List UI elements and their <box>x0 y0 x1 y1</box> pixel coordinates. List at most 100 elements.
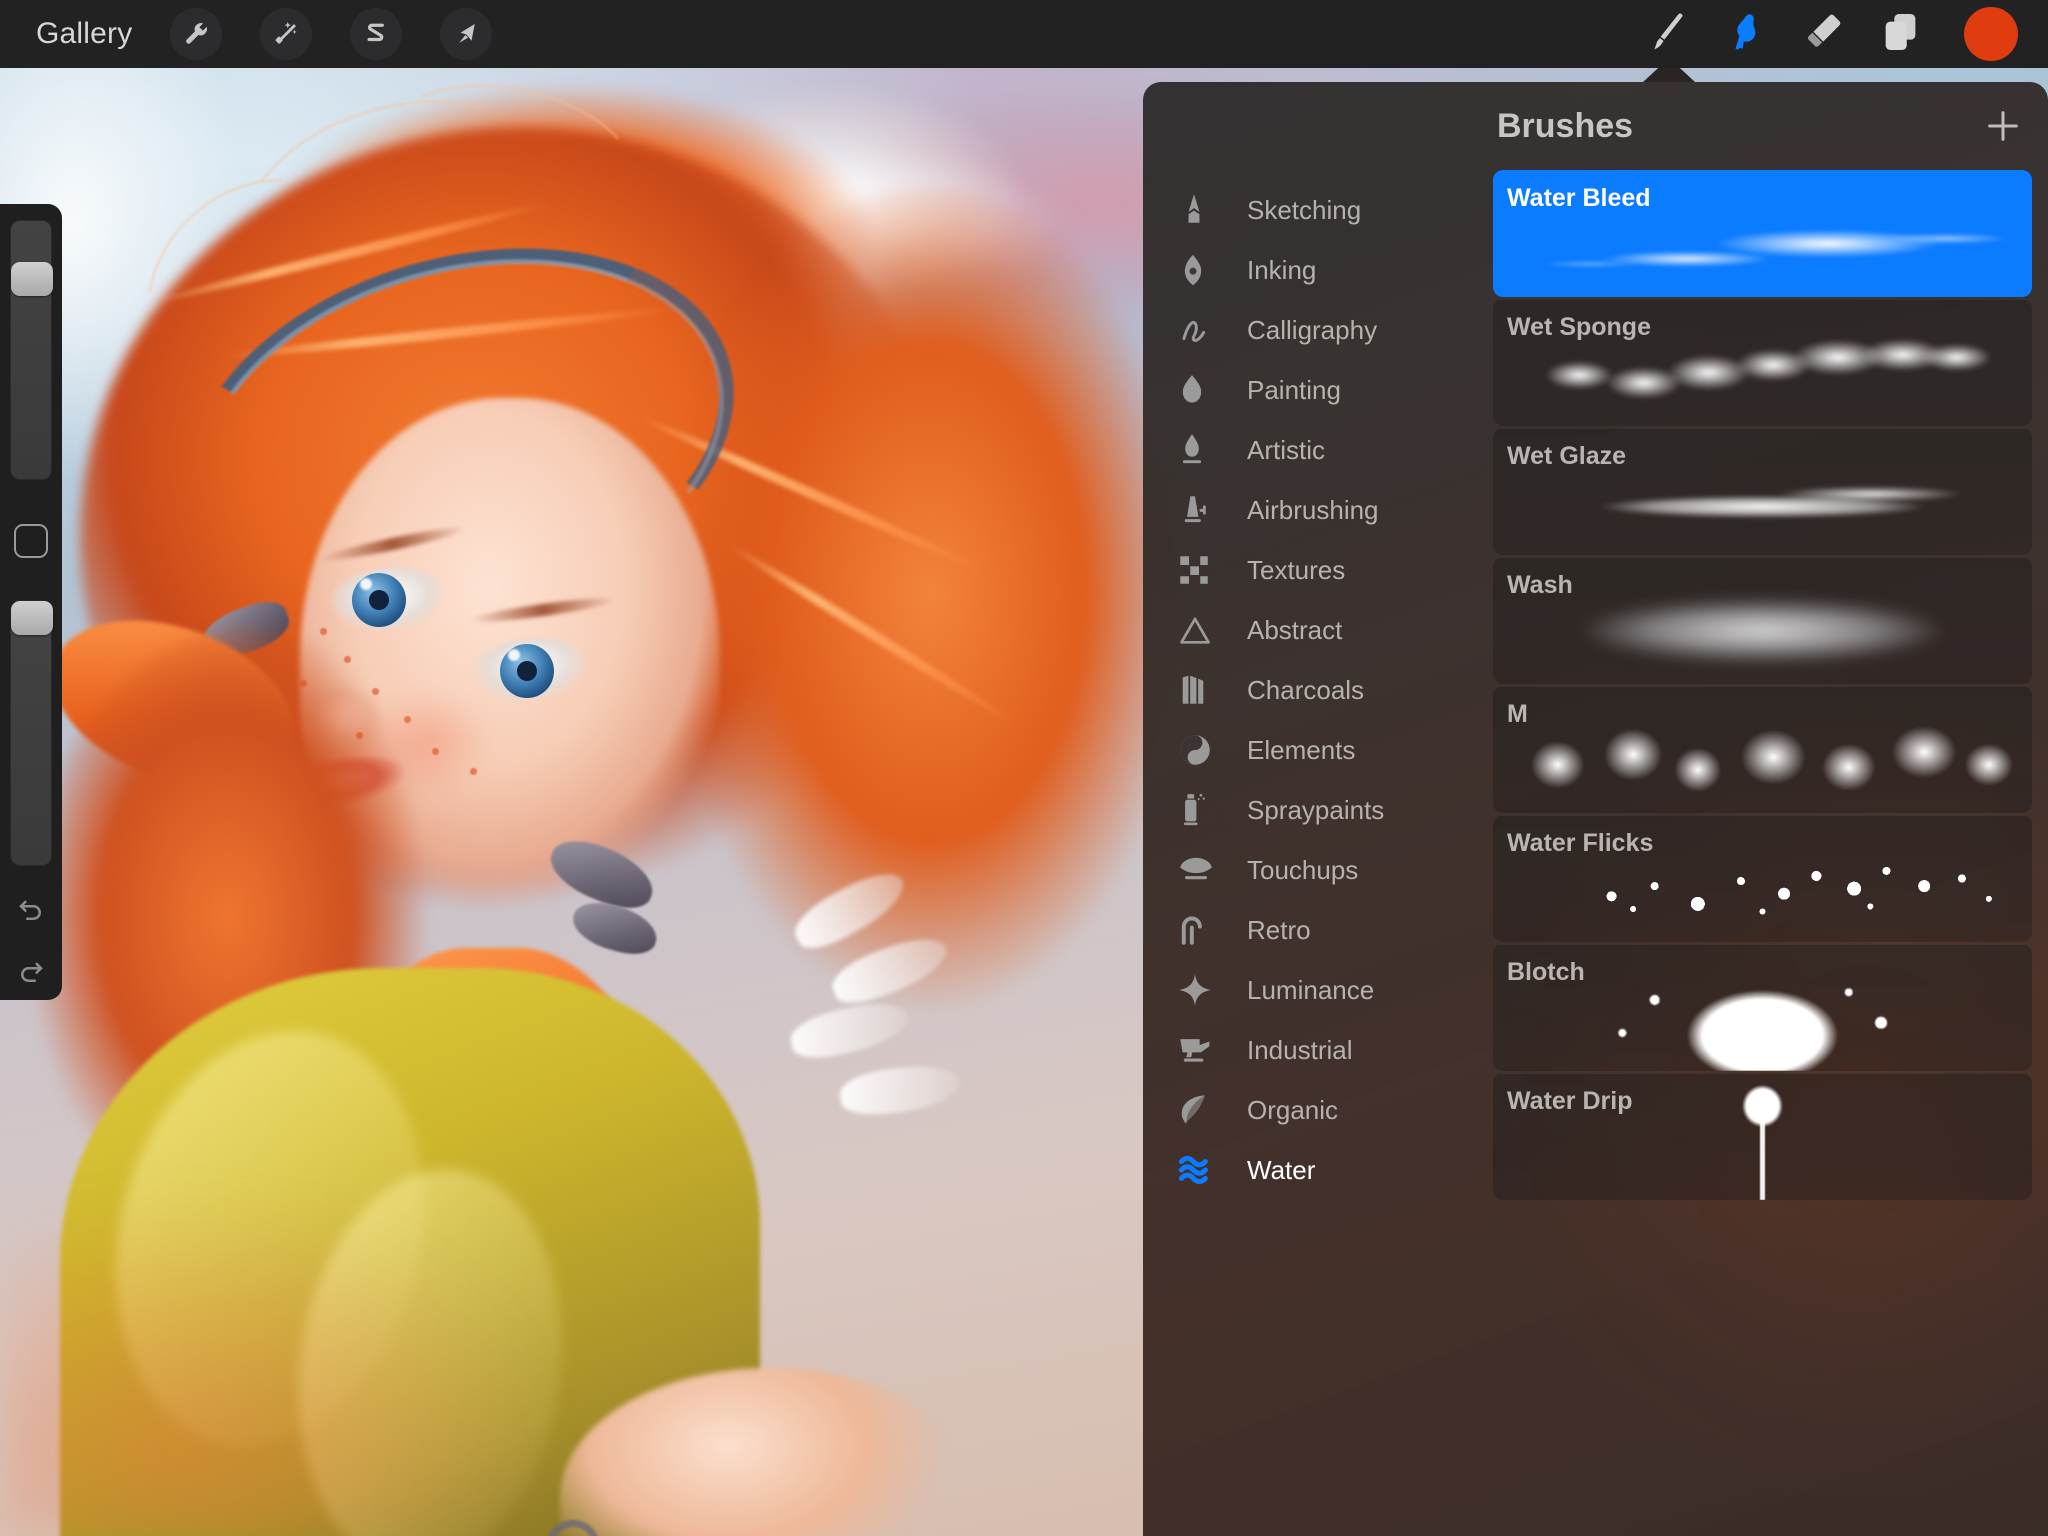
brush-category-touchups[interactable]: Touchups <box>1143 840 1493 900</box>
brush-name: Water Flicks <box>1507 829 1654 857</box>
brush-category-spraypaints[interactable]: Spraypaints <box>1143 780 1493 840</box>
undo-icon <box>19 900 41 920</box>
sparkle-icon <box>1179 974 1225 1006</box>
brush-name: Wet Sponge <box>1507 313 1651 341</box>
brush-preview-stroke <box>1493 686 2032 813</box>
left-sidebar <box>0 204 62 1000</box>
brush-category-industrial[interactable]: Industrial <box>1143 1020 1493 1080</box>
leaf-icon <box>1179 1094 1225 1126</box>
brush-size-slider[interactable] <box>10 220 53 480</box>
category-label: Painting <box>1247 374 1341 405</box>
brush-item-water-flicks[interactable]: Water Flicks <box>1493 815 2032 942</box>
spray-can-icon <box>1179 793 1225 827</box>
brush-category-airbrushing[interactable]: Airbrushing <box>1143 480 1493 540</box>
anvil-icon <box>1179 1036 1225 1064</box>
brush-name: Wash <box>1507 571 1573 599</box>
brush-item-wet-glaze[interactable]: Wet Glaze <box>1493 428 2032 555</box>
brush-name: Water Drip <box>1507 1087 1633 1115</box>
artwork-freckle <box>320 628 327 635</box>
category-label: Touchups <box>1247 854 1359 885</box>
brush-category-abstract[interactable]: Abstract <box>1143 600 1493 660</box>
procreate-app: Gallery Sketching Inking Calligraphy Pai… <box>0 0 2048 1536</box>
script-pen-icon <box>1179 314 1225 346</box>
brush-category-painting[interactable]: Painting <box>1143 360 1493 420</box>
brush-item-water-drip[interactable]: Water Drip <box>1493 1073 2032 1200</box>
transform-button[interactable] <box>440 8 493 60</box>
droplet-icon <box>1179 374 1225 406</box>
smudge-finger-icon <box>1722 9 1768 60</box>
category-label: Charcoals <box>1247 674 1365 705</box>
category-label: Sketching <box>1247 194 1362 225</box>
category-label: Abstract <box>1247 614 1343 645</box>
airbrush-icon <box>1179 494 1225 526</box>
brush-category-retro[interactable]: Retro <box>1143 900 1493 960</box>
opacity-slider[interactable] <box>10 600 53 866</box>
pen-nib-icon <box>1179 253 1225 287</box>
brush-item-wash[interactable]: Wash <box>1493 557 2032 684</box>
pencil-tip-icon <box>1179 193 1225 227</box>
category-label: Textures <box>1247 554 1346 585</box>
brush-name: M <box>1507 700 1528 728</box>
brush-item-wet-sponge[interactable]: Wet Sponge <box>1493 299 2032 426</box>
undo-button[interactable] <box>10 888 52 932</box>
page-title: Brushes <box>1497 106 1634 145</box>
top-toolbar: Gallery <box>0 0 2048 68</box>
yin-yang-icon <box>1179 734 1225 766</box>
brush-category-inking[interactable]: Inking <box>1143 240 1493 300</box>
layers-button[interactable] <box>1862 4 1940 64</box>
selection-button[interactable] <box>350 8 403 60</box>
actions-wrench-button[interactable] <box>170 8 223 60</box>
brush-preview-stroke <box>1493 557 2032 684</box>
transform-arrow-icon <box>451 19 481 49</box>
artwork-pupil-right <box>517 661 537 681</box>
color-swatch-button[interactable] <box>1964 7 2018 61</box>
brush-category-artistic[interactable]: Artistic <box>1143 420 1493 480</box>
brush-category-elements[interactable]: Elements <box>1143 720 1493 780</box>
retro-curve-icon <box>1179 915 1225 945</box>
category-label: Calligraphy <box>1247 314 1378 345</box>
category-label: Retro <box>1247 914 1311 945</box>
brush-name: Water Bleed <box>1507 184 1651 212</box>
flame-brush-icon <box>1179 433 1225 467</box>
fan-brush-icon <box>1179 855 1225 885</box>
brush-category-textures[interactable]: Textures <box>1143 540 1493 600</box>
brush-category-list: Sketching Inking Calligraphy Painting Ar… <box>1143 82 1493 1536</box>
wrench-icon <box>181 19 211 49</box>
brush-category-calligraphy[interactable]: Calligraphy <box>1143 300 1493 360</box>
adjustments-button[interactable] <box>260 8 313 60</box>
brush-category-sketching[interactable]: Sketching <box>1143 180 1493 240</box>
erase-tool-button[interactable] <box>1784 4 1862 64</box>
category-label: Airbrushing <box>1247 494 1379 525</box>
brush-item-blotch[interactable]: Blotch <box>1493 944 2032 1071</box>
panel-header: Brushes <box>1493 82 2032 170</box>
artwork-eye-glint <box>508 649 520 661</box>
opacity-thumb[interactable] <box>11 601 53 635</box>
brush-name: Wet Glaze <box>1507 442 1627 470</box>
brush-category-luminance[interactable]: Luminance <box>1143 960 1493 1020</box>
artwork-freckle <box>470 768 477 775</box>
redo-button[interactable] <box>10 950 52 994</box>
paint-tool-button[interactable] <box>1628 4 1706 64</box>
add-brush-button[interactable] <box>1980 103 2026 149</box>
layers-icon <box>1878 9 1924 60</box>
brush-size-thumb[interactable] <box>11 262 53 296</box>
modify-button[interactable] <box>14 524 48 558</box>
magic-wand-icon <box>271 19 301 49</box>
smudge-tool-button[interactable] <box>1706 4 1784 64</box>
category-label: Industrial <box>1247 1034 1353 1065</box>
eraser-icon <box>1800 9 1846 60</box>
charcoal-block-icon <box>1179 674 1225 706</box>
category-label: Luminance <box>1247 974 1375 1005</box>
gallery-button[interactable]: Gallery <box>36 17 132 51</box>
brush-list: Brushes Water Bleed Wet Sponge Wet Glaze <box>1493 82 2048 1536</box>
paintbrush-icon <box>1644 9 1690 60</box>
category-label: Inking <box>1247 254 1317 285</box>
brush-category-water[interactable]: Water <box>1143 1140 1493 1200</box>
top-toolbar-right-group <box>1628 4 2048 64</box>
brush-category-charcoals[interactable]: Charcoals <box>1143 660 1493 720</box>
brush-category-organic[interactable]: Organic <box>1143 1080 1493 1140</box>
brush-item-water-bleed[interactable]: Water Bleed <box>1493 170 2032 297</box>
redo-icon <box>21 962 43 982</box>
brush-item-mist[interactable]: M <box>1493 686 2032 813</box>
category-label: Spraypaints <box>1247 794 1385 825</box>
